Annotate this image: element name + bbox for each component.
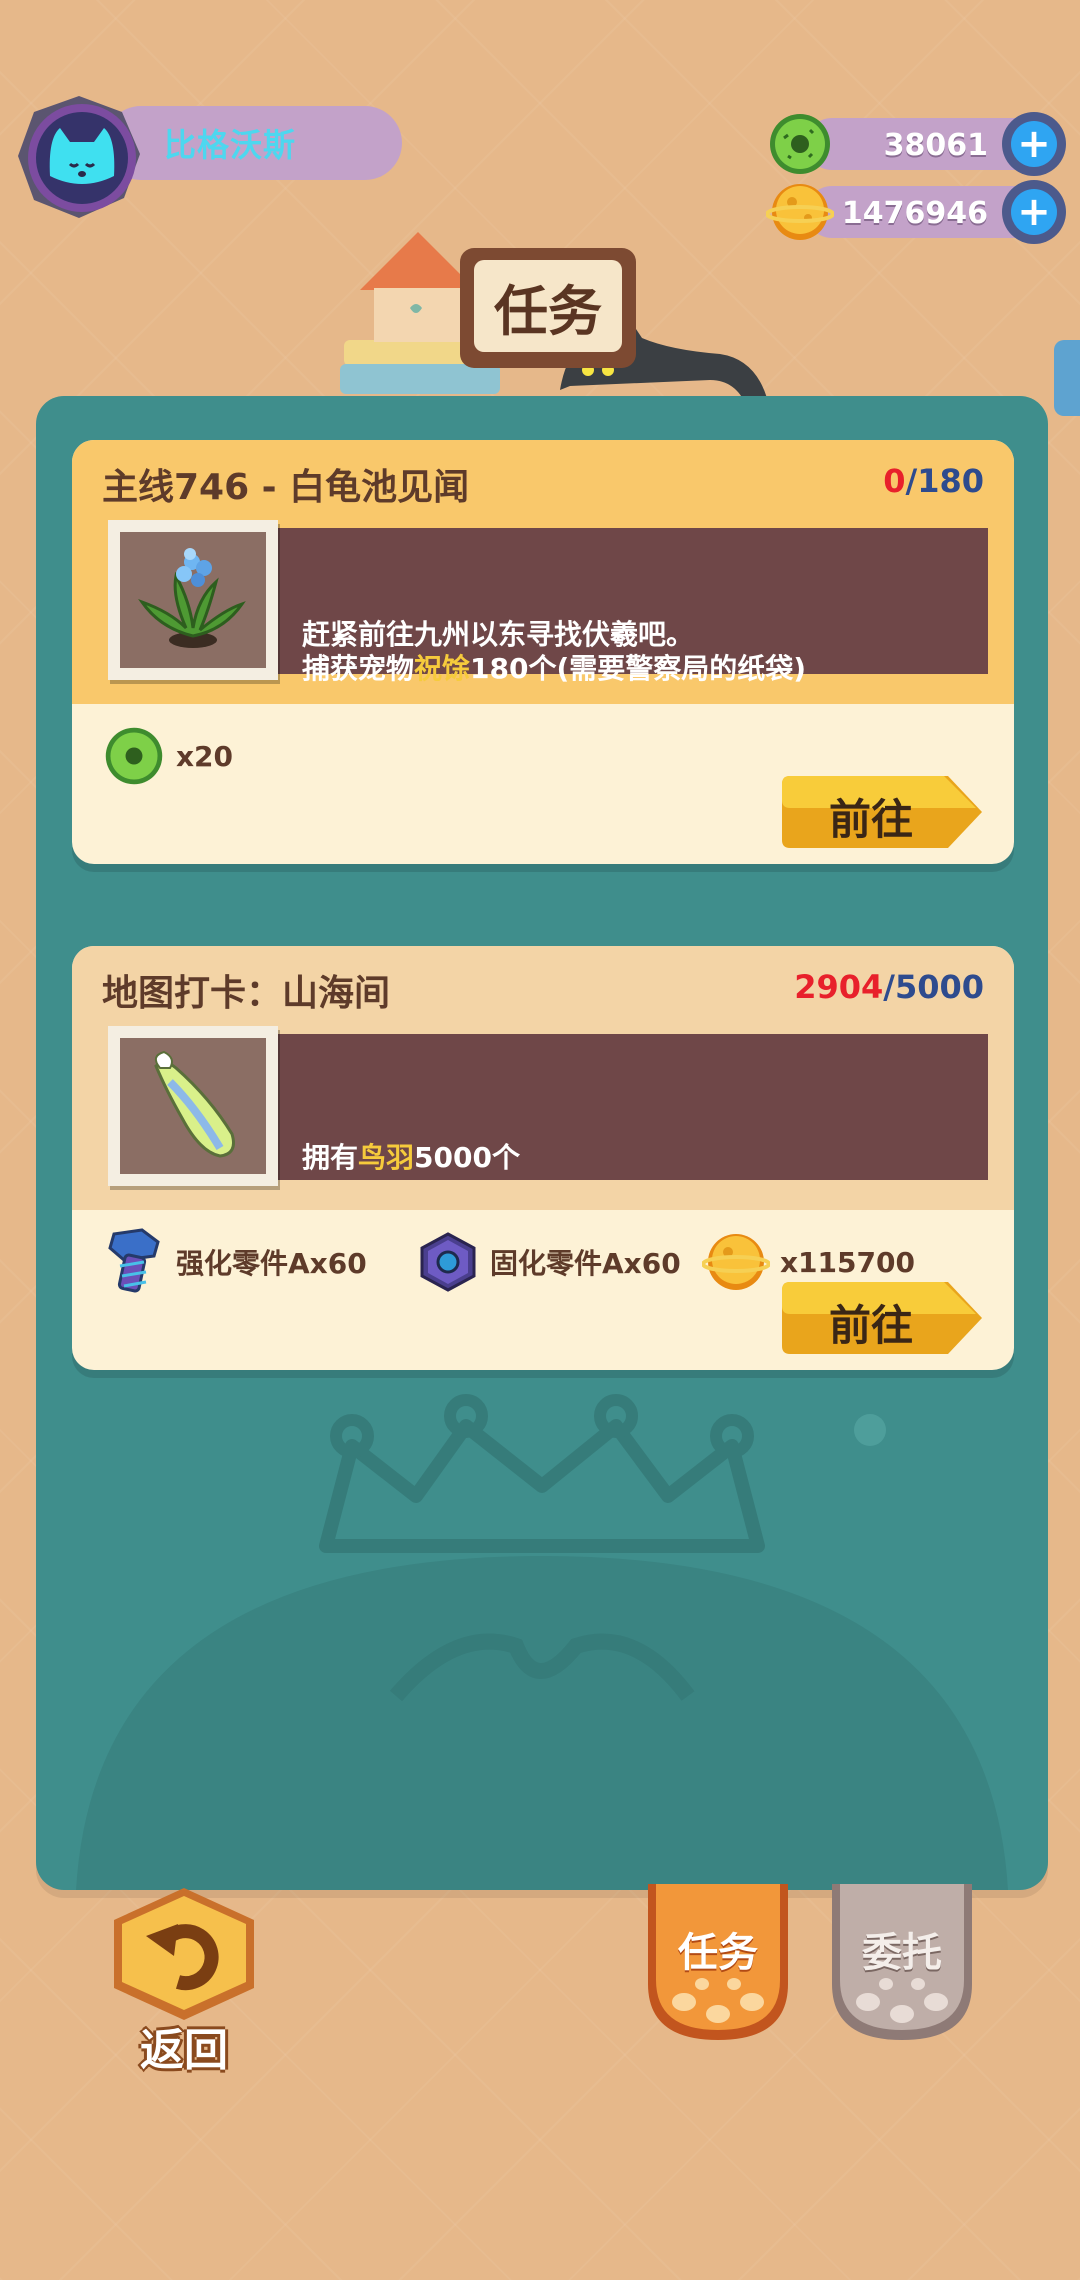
desc-text: 5000个 [414,1141,520,1175]
add-coin-button[interactable]: + [1002,180,1066,244]
flower-plant-icon [138,548,246,648]
task-desc-line2: 捕获宠物祝馀180个(需要警察局的纸袋) [302,652,806,686]
task-image-frame [108,520,278,680]
gold-planet-coin-icon [702,1234,770,1290]
player-info[interactable]: 比格沃斯 [14,92,402,222]
back-button-label: 返回 [140,2025,228,2076]
task-image-frame [108,1026,278,1186]
back-button[interactable]: 返回 [104,1884,264,2076]
progress-separator: / [905,462,918,500]
reward-label: 强化零件Ax60 [176,1247,367,1280]
task-reward: 固化零件Ax60 [416,1230,681,1294]
task-progress: 0/180 [883,462,984,500]
desc-text: 捕获宠物 [302,652,415,685]
reward-amount: x115700 [780,1245,915,1279]
return-arrow-icon [114,1888,254,2020]
player-avatar-icon[interactable] [14,92,144,222]
desc-text: 180个(需要警察局的纸袋) [470,652,807,685]
progress-max: 5000 [894,968,984,1006]
plus-icon: + [1011,189,1057,235]
task-progress: 2904/5000 [794,968,984,1006]
task-reward: x20 [102,724,233,788]
task-card-main: 主线746 - 白龟池见闻 0/180 赶紧前往九州以东寻找伏羲吧。 捕获宠物祝… [72,440,1014,864]
desc-text: 拥有 [302,1141,359,1175]
page-title: 任务 [494,279,602,343]
progress-separator: / [883,968,895,1006]
reward-label: 固化零件Ax60 [490,1247,681,1280]
tab-commission-label: 委托 [862,1930,942,1976]
desc-highlight: 鸟羽 [358,1141,415,1175]
reward-amount: x20 [176,739,234,773]
green-donut-icon [770,114,830,174]
task-description: 赶紧前往九州以东寻找伏羲吧。 捕获宠物祝馀180个(需要警察局的纸袋) [302,440,806,864]
hex-nut-icon [420,1232,476,1292]
task-description: 拥有鸟羽5000个 [302,946,520,1370]
progress-max: 180 [917,462,984,500]
progress-current: 2904 [794,968,884,1006]
currency-donut: 38061 + [766,112,1066,176]
desc-highlight: 祝馀 [414,652,471,685]
add-donut-button[interactable]: + [1002,112,1066,176]
task-desc-line1: 拥有鸟羽5000个 [302,1141,520,1175]
go-button-label: 前往 [828,795,913,844]
page-title-sign: 任务 [460,248,636,368]
task-card-map: 地图打卡：山海间 2904/5000 拥有鸟羽5000个 强化零件Ax60 固化… [72,946,1014,1370]
bolt-part-icon [108,1228,160,1293]
go-button-label: 前往 [828,1301,913,1350]
currency-value: 1476946 [841,196,988,231]
currency-value: 38061 [883,128,988,163]
tab-tasks-label: 任务 [678,1930,758,1976]
go-button[interactable]: 前往 [778,772,984,852]
task-desc-line1: 赶紧前往九州以东寻找伏羲吧。 [302,618,695,652]
plus-icon: + [1011,121,1057,167]
player-name: 比格沃斯 [164,126,297,164]
tab-commission[interactable]: 委托 [822,1884,982,2044]
progress-current: 0 [883,462,906,500]
task-reward: 强化零件Ax60 [102,1226,367,1298]
tab-tasks[interactable]: 任务 [638,1884,798,2044]
side-pull-tab[interactable] [1054,340,1080,416]
green-donut-icon [105,727,163,785]
go-button[interactable]: 前往 [778,1278,984,1358]
feather-icon [154,1050,235,1158]
